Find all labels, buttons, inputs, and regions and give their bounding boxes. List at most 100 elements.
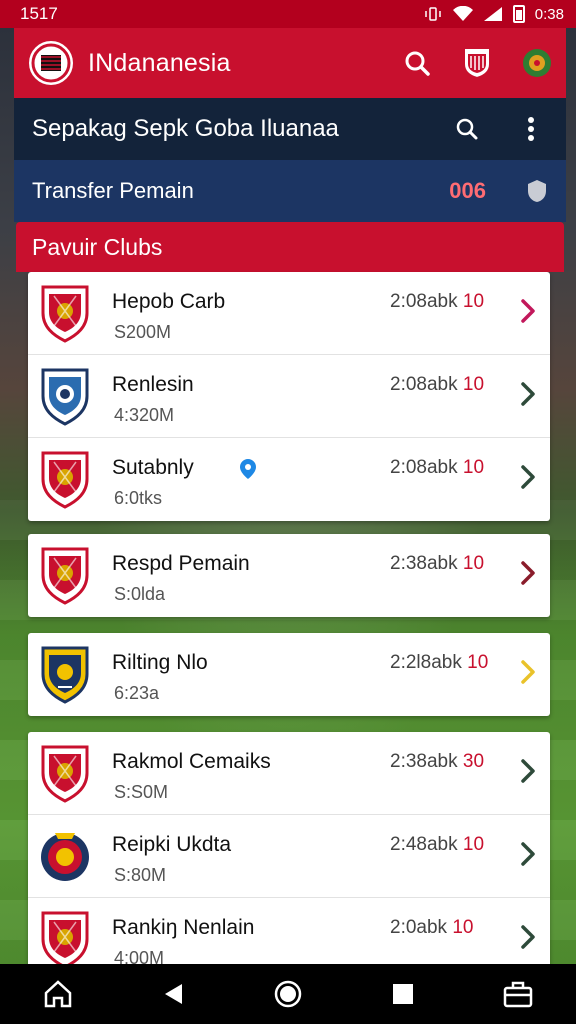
- club-time: 2:0abk 10: [390, 917, 473, 939]
- subheader-title: Sepakag Sepk Goba Iluanaa: [32, 115, 339, 142]
- club-time-main: 2:08abk: [390, 457, 458, 478]
- section-header: Pavuir Clubs: [16, 222, 564, 272]
- status-time: 1517: [20, 4, 58, 23]
- club-row[interactable]: Respd Pemain S:0lda 2:38abk 10: [28, 534, 550, 617]
- club-time-accent: 10: [462, 553, 485, 574]
- wifi-icon: [452, 6, 473, 21]
- status-bar: 1517 0:38: [0, 0, 576, 28]
- chevron-right-icon[interactable]: [520, 758, 536, 784]
- club-time: 2:08abk 10: [390, 457, 484, 479]
- sub-search-button[interactable]: [450, 112, 484, 146]
- shield-icon[interactable]: [526, 179, 548, 203]
- clubs-card-1: Hepob Carb S200M 2:08abk 10 Renlesin 4:320M…: [28, 272, 550, 521]
- profile-button[interactable]: [520, 46, 554, 80]
- app-logo[interactable]: [26, 38, 76, 88]
- club-badge-icon: [41, 745, 89, 803]
- more-options-button[interactable]: [514, 112, 548, 146]
- club-row[interactable]: Sutabnly 6:0tks 2:08abk 10: [28, 438, 550, 521]
- club-time: 2:38abk 30: [390, 751, 484, 773]
- recents-button[interactable]: [383, 974, 423, 1014]
- club-value: 4:320M: [114, 405, 175, 425]
- battery-icon: [512, 5, 525, 23]
- chevron-right-icon[interactable]: [520, 298, 536, 324]
- club-time-accent: 30: [462, 751, 485, 772]
- club-name: Respd Pemain: [112, 552, 250, 575]
- club-badge-icon: [41, 451, 89, 509]
- club-time-main: 2:0abk: [390, 917, 448, 938]
- club-name: Renlesin: [112, 373, 194, 396]
- club-badge-icon: [41, 833, 89, 881]
- club-time-main: 2:48abk: [390, 834, 458, 855]
- club-row[interactable]: Rilting Nlo 6:23a 2:2l8abk 10: [28, 633, 550, 716]
- club-time: 2:08abk 10: [390, 291, 484, 313]
- chevron-right-icon[interactable]: [520, 924, 536, 950]
- club-name: Sutabnly: [112, 456, 194, 479]
- location-pin-icon: [240, 459, 256, 479]
- back-triangle-icon: [164, 984, 182, 1004]
- chevron-right-icon[interactable]: [520, 464, 536, 490]
- avatar-icon: [523, 49, 551, 77]
- club-time-main: 2:38abk: [390, 751, 458, 772]
- clubs-card-4: Rakmol Cemaiks S:S0M 2:38abk 30 Reipki Ukd…: [28, 732, 550, 981]
- home-button[interactable]: [38, 974, 78, 1014]
- chevron-right-icon[interactable]: [520, 659, 536, 685]
- club-time-main: 2:08abk: [390, 291, 458, 312]
- club-name: Rankiŋ Nenlain: [112, 916, 255, 939]
- status-icons: 0:38: [423, 5, 564, 23]
- transfer-bar[interactable]: Transfer Pemain 006: [14, 160, 566, 222]
- search-icon: [405, 51, 430, 76]
- club-time-main: 2:08abk: [390, 374, 458, 395]
- navigation-bar: [0, 964, 576, 1024]
- club-time-accent: 10: [462, 374, 485, 395]
- recents-square-icon: [393, 984, 414, 1004]
- club-time-accent: 10: [462, 457, 485, 478]
- club-value: S200M: [114, 322, 172, 342]
- club-logo-icon: [31, 43, 71, 83]
- club-badge-icon: [41, 285, 89, 343]
- club-badge-icon: [41, 547, 89, 605]
- club-name: Hepob Carb: [112, 290, 226, 313]
- app-title: INdananesia: [88, 48, 231, 77]
- search-icon: [456, 118, 478, 140]
- club-time: 2:08abk 10: [390, 374, 484, 396]
- toolbox-button[interactable]: [498, 974, 538, 1014]
- back-button[interactable]: [153, 974, 193, 1014]
- club-value: S:S0M: [114, 782, 169, 802]
- clubs-card-2: Respd Pemain S:0lda 2:38abk 10: [28, 534, 550, 617]
- transfer-label: Transfer Pemain: [32, 178, 194, 203]
- chevron-right-icon[interactable]: [520, 841, 536, 867]
- club-badge-icon: [41, 911, 89, 969]
- club-time-accent: 10: [462, 834, 485, 855]
- chevron-right-icon[interactable]: [520, 381, 536, 407]
- clubs-card-3: Rilting Nlo 6:23a 2:2l8abk 10: [28, 633, 550, 716]
- club-row[interactable]: Hepob Carb S200M 2:08abk 10: [28, 272, 550, 355]
- club-time: 2:48abk 10: [390, 834, 484, 856]
- home-circle-button[interactable]: [268, 974, 308, 1014]
- search-button[interactable]: [400, 46, 434, 80]
- club-value: S:80M: [114, 865, 167, 885]
- club-row[interactable]: Renlesin 4:320M 2:08abk 10: [28, 355, 550, 438]
- home-circle-icon: [274, 980, 302, 1008]
- more-vert-icon: [528, 117, 534, 141]
- club-time-main: 2:38abk: [390, 553, 458, 574]
- club-value: S:0lda: [114, 584, 166, 604]
- club-badge-icon: [41, 368, 89, 426]
- club-row[interactable]: Reipki Ukdta S:80M 2:48abk 10: [28, 815, 550, 898]
- toolbox-icon: [504, 981, 533, 1008]
- home-icon: [44, 980, 71, 1008]
- club-value: 6:23a: [114, 683, 160, 703]
- club-time: 2:38abk 10: [390, 553, 484, 575]
- club-time-accent: 10: [462, 291, 485, 312]
- club-value: 6:0tks: [114, 488, 163, 508]
- club-name: Rakmol Cemaiks: [112, 750, 271, 773]
- subheader: Sepakag Sepk Goba Iluanaa: [14, 98, 566, 160]
- chevron-right-icon[interactable]: [520, 560, 536, 586]
- club-time: 2:2l8abk 10: [390, 652, 488, 674]
- club-crest-button[interactable]: [460, 46, 494, 80]
- club-name: Reipki Ukdta: [112, 833, 232, 856]
- signal-icon: [483, 7, 502, 21]
- vibrate-icon: [425, 7, 441, 21]
- club-row[interactable]: Rakmol Cemaiks S:S0M 2:38abk 30: [28, 732, 550, 815]
- status-clock: 0:38: [534, 5, 564, 23]
- app-bar: INdananesia: [14, 28, 566, 98]
